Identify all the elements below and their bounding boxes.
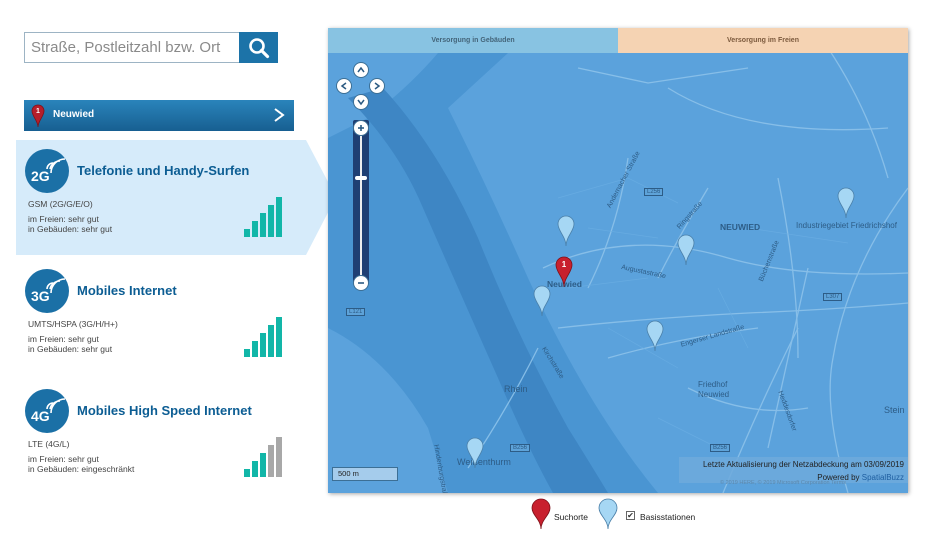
panel-title: Mobiles High Speed Internet — [77, 403, 252, 418]
location-name: Neuwied — [53, 109, 95, 120]
chevron-left-icon — [340, 82, 347, 90]
signal-bar — [276, 197, 282, 237]
map-label-friedhof: Friedhof Neuwied — [698, 380, 730, 399]
minus-icon — [358, 282, 364, 284]
signal-bars — [244, 317, 286, 357]
badge-label: 4G — [31, 408, 50, 424]
road-tag-b256-2: B256 — [710, 444, 731, 452]
base-station-marker[interactable] — [533, 285, 551, 317]
map-label-stein: Stein — [884, 405, 905, 415]
signal-bar — [268, 445, 274, 477]
tab-outdoor-coverage[interactable]: Versorgung im Freien — [618, 28, 908, 53]
base-station-marker[interactable] — [646, 320, 664, 352]
signal-bar — [260, 213, 266, 237]
base-station-marker[interactable] — [677, 234, 695, 266]
map-label-industrie: Industriegebiet Friedrichshof — [796, 221, 897, 230]
search-input[interactable] — [25, 33, 239, 62]
map-background — [328, 28, 908, 493]
road-tag-l307: L307 — [823, 293, 843, 301]
coverage-map[interactable]: Versorgung in Gebäuden Versorgung im Fre… — [328, 28, 908, 493]
spatialbuzz-link[interactable]: SpatialBuzz — [862, 473, 904, 482]
selected-location-bar[interactable]: 1 Neuwied — [24, 100, 294, 131]
panel-indoor: in Gebäuden: sehr gut — [28, 344, 113, 354]
tech-panel-2g[interactable]: 2G Telefonie und Handy-Surfen GSM (2G/G/… — [16, 140, 306, 255]
pan-right-button[interactable] — [369, 78, 385, 94]
pan-left-button[interactable] — [336, 78, 352, 94]
panel-outdoor: im Freien: sehr gut — [28, 334, 99, 344]
search-button[interactable] — [239, 32, 278, 63]
chevron-right-icon — [274, 108, 285, 122]
panel-standard: UMTS/HSPA (3G/H/H+) — [28, 319, 118, 329]
signal-bar — [260, 453, 266, 477]
signal-bar — [252, 461, 258, 477]
map-label-rhein: Rhein — [504, 384, 528, 394]
pan-down-button[interactable] — [353, 94, 369, 110]
search-box — [24, 32, 240, 63]
badge-2g: 2G — [25, 149, 69, 193]
search-location-marker[interactable]: 1 — [555, 256, 573, 288]
chevron-right-icon — [374, 82, 381, 90]
signal-bars — [244, 197, 286, 237]
base-station-marker[interactable] — [466, 437, 484, 469]
zoom-slider-handle[interactable] — [355, 176, 367, 180]
search-location-number: 1 — [562, 260, 567, 269]
map-copyright: © 2019 HERE, © 2019 Microsoft Corporatio… — [720, 480, 847, 486]
signal-bar — [268, 205, 274, 237]
zoom-out-button[interactable] — [353, 275, 369, 291]
signal-bar — [276, 317, 282, 357]
legend-search-label: Suchorte — [554, 512, 589, 522]
signal-bars — [244, 437, 286, 477]
road-tag-b256: B256 — [510, 444, 531, 452]
map-legend: Suchorte ✔ Basisstationen — [528, 497, 728, 531]
road-tag-l121: L121 — [346, 308, 366, 316]
panel-indoor: in Gebäuden: sehr gut — [28, 224, 113, 234]
base-station-marker[interactable] — [837, 187, 855, 219]
panel-title: Mobiles Internet — [77, 283, 177, 298]
signal-bar — [244, 349, 250, 357]
legend-station-label: Basisstationen — [640, 512, 696, 522]
signal-bar — [252, 341, 258, 357]
tech-panel-4g[interactable]: 4G Mobiles High Speed Internet LTE (4G/L… — [16, 380, 306, 495]
signal-bar — [244, 229, 250, 237]
chevron-down-icon — [357, 99, 365, 106]
search-location-legend-icon — [531, 498, 551, 530]
panel-indoor: in Gebäuden: eingeschränkt — [28, 464, 135, 474]
map-scale: 500 m — [332, 467, 398, 481]
zoom-in-button[interactable] — [353, 120, 369, 136]
panel-title: Telefonie und Handy-Surfen — [77, 163, 250, 178]
search-icon — [248, 37, 269, 58]
badge-3g: 3G — [25, 269, 69, 313]
plus-icon — [358, 125, 364, 131]
signal-bar — [260, 333, 266, 357]
panel-standard: LTE (4G/L) — [28, 439, 70, 449]
base-station-legend-icon — [598, 498, 618, 530]
location-number: 1 — [36, 108, 40, 115]
chevron-up-icon — [357, 66, 365, 73]
map-pin-icon: 1 — [31, 104, 45, 128]
panel-standard: GSM (2G/G/E/O) — [28, 199, 93, 209]
map-label-neuwied-city: NEUWIED — [720, 222, 761, 232]
badge-label: 2G — [31, 168, 50, 184]
signal-bar — [268, 325, 274, 357]
zoom-slider-line — [360, 126, 362, 276]
signal-bar — [244, 469, 250, 477]
base-station-marker[interactable] — [557, 215, 575, 247]
signal-bar — [252, 221, 258, 237]
network-coverage-page: 1 Neuwied 2G Telefonie und Handy-Surfen … — [0, 0, 943, 555]
badge-4g: 4G — [25, 389, 69, 433]
badge-label: 3G — [31, 288, 50, 304]
last-update-text: Letzte Aktualisierung der Netzabdeckung … — [702, 460, 904, 469]
tab-indoor-coverage[interactable]: Versorgung in Gebäuden — [328, 28, 618, 53]
tech-panel-3g[interactable]: 3G Mobiles Internet UMTS/HSPA (3G/H/H+) … — [16, 260, 306, 375]
road-tag-l256: L256 — [644, 188, 664, 196]
signal-bar — [276, 437, 282, 477]
pan-up-button[interactable] — [353, 62, 369, 78]
base-stations-checkbox[interactable]: ✔ — [626, 511, 635, 520]
panel-outdoor: im Freien: sehr gut — [28, 214, 99, 224]
panel-outdoor: im Freien: sehr gut — [28, 454, 99, 464]
